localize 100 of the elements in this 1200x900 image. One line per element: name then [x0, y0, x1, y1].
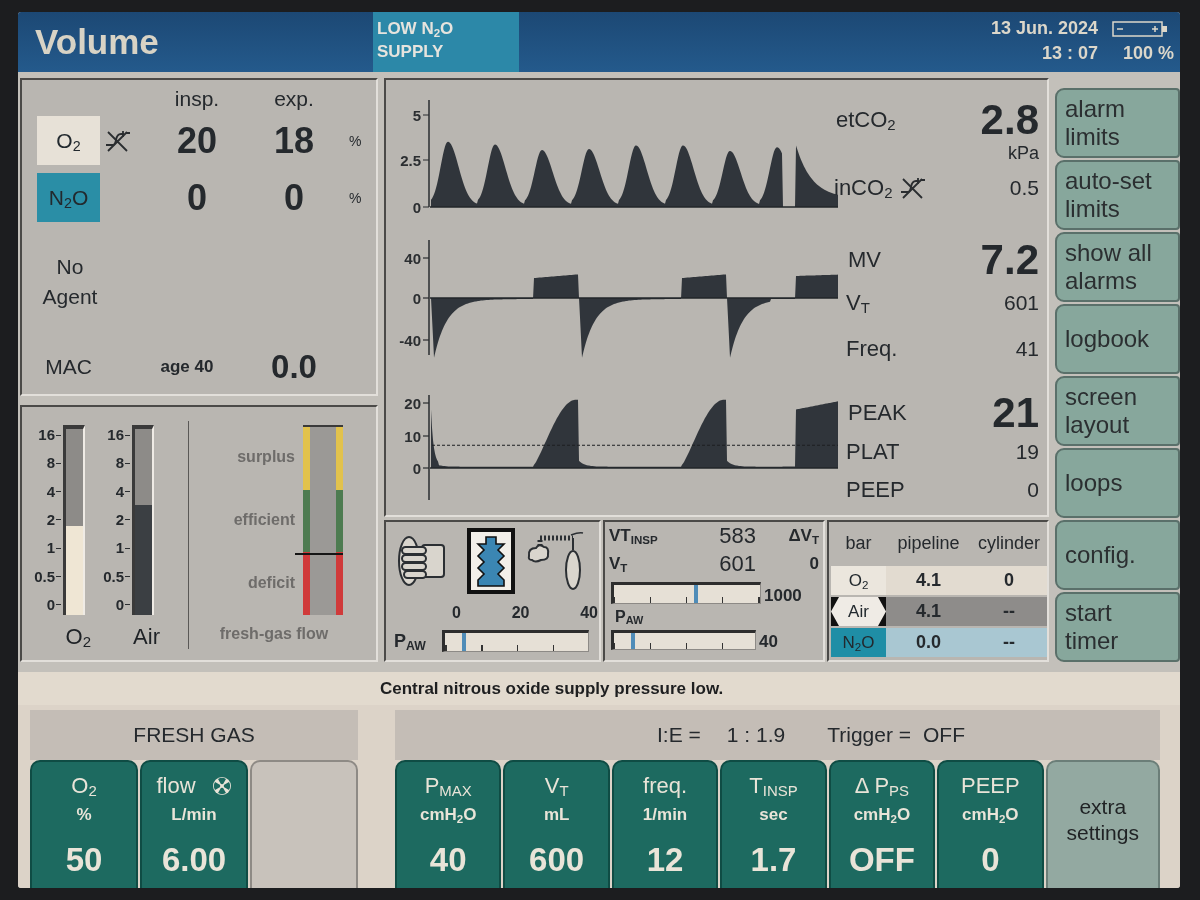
unit-label: % [348, 189, 363, 206]
scale-label: 8 [115, 455, 130, 472]
gauge-label: P$_{AW}$ [394, 631, 427, 652]
scale-label: 0 [452, 604, 461, 622]
volume-value: 601 [718, 551, 756, 577]
gauge-title: fresh-gas flow [218, 625, 330, 643]
column-header: exp. [273, 87, 315, 111]
scale-label: 0.5 [103, 568, 130, 585]
zone-label: deficit [246, 573, 295, 594]
ventilation-mode-title: Volume [34, 21, 160, 63]
setting-key[interactable]: freq. 1/min 12 [611, 760, 719, 888]
gas-label: N$_{2}$O [37, 173, 100, 222]
agent-status: No Agent [41, 254, 99, 310]
menu-button[interactable]: config. [1055, 520, 1180, 590]
setting-key[interactable]: O$_{2}$ % 50 [30, 760, 138, 888]
setting-key[interactable]: Δ P$_{PS}$ cmH$_{2}$O OFF [828, 760, 936, 888]
volume-label: VT$_{INSP}$ [609, 526, 659, 546]
axis-tick-label: 0 [412, 198, 421, 216]
reading-label: Freq. [846, 336, 898, 362]
reading-value: 2.8 [980, 96, 1039, 144]
setting-key[interactable]: P$_{MAX}$ cmH$_{2}$O 40 [395, 760, 502, 888]
menu-button[interactable]: screen layout [1055, 376, 1180, 446]
scale-label: 2 [46, 512, 61, 528]
scale-label: 40 [759, 634, 778, 650]
scale-label: 2 [115, 512, 130, 528]
gas-label[interactable]: O$_{2}$ [831, 566, 886, 595]
reading-label: PEEP [846, 477, 905, 503]
reading-label: V$_{T}$ [846, 290, 870, 316]
table-cell-text: 4.1 [915, 570, 942, 591]
battery-level: 100 % [1122, 43, 1174, 64]
reading-value: 0 [1027, 478, 1039, 502]
scale-label: 1 [115, 540, 130, 557]
gas-reading: 0 [283, 176, 305, 219]
scale-label: 4 [115, 483, 130, 500]
setting-key[interactable]: flow L/min 6.00 [140, 760, 248, 888]
table-cell-text: 4.1 [915, 601, 942, 622]
trigger-label: Trigger = [827, 723, 911, 747]
reading-value: 601 [1003, 291, 1039, 315]
axis-tick-label: 10 [404, 427, 421, 445]
reading-label: PEAK [848, 400, 907, 426]
scale-label: 40 [580, 604, 598, 622]
reading-label: MV [848, 247, 881, 273]
menu-button[interactable]: loops [1055, 448, 1180, 518]
gas-label[interactable]: Air [831, 597, 886, 626]
volume-delta: 0 [808, 554, 819, 574]
table-cell-text: 0.0 [915, 632, 942, 653]
menu-button[interactable]: logbook [1055, 304, 1180, 374]
extra-settings-button[interactable]: extra settings [1045, 760, 1160, 888]
gas-reading: 18 [272, 119, 315, 162]
axis-tick-label: 0 [412, 289, 421, 307]
ratio-label: I:E = [657, 723, 701, 747]
reading-value: 0.5 [1009, 176, 1039, 200]
battery-icon [1112, 19, 1168, 38]
axis-tick-label: 0 [412, 459, 421, 477]
axis-tick-label: 40 [404, 249, 421, 267]
column-header: insp. [173, 87, 221, 111]
axis-tick-label: 5 [412, 106, 421, 124]
column-header: cylinder [977, 532, 1041, 554]
reading-value: 7.2 [980, 236, 1039, 284]
section-title: FRESH GAS [133, 723, 255, 747]
gas-label: O$_{2}$ [37, 116, 100, 165]
scale-label: 1000 [764, 588, 802, 604]
gas-label[interactable]: N$_{2}$O [831, 628, 886, 657]
setting-key[interactable]: V$_{T}$ mL 600 [503, 760, 610, 888]
zone-label: surplus [236, 446, 295, 467]
unit-label: kPa [1007, 142, 1039, 164]
reading-label: etCO$_{2}$ [836, 107, 896, 133]
table-cell-text: -- [1002, 632, 1016, 653]
column-header: bar [844, 532, 873, 554]
zone-label: efficient [232, 510, 295, 530]
volume-label: V$_{T}$ [609, 554, 629, 574]
menu-button[interactable]: alarm limits [1055, 88, 1180, 158]
gas-name: Air [133, 623, 160, 651]
reading-value: 21 [992, 389, 1039, 437]
volume-delta: ΔV$_{T}$ [787, 526, 819, 546]
scale-label: 0.5 [34, 568, 61, 585]
column-header: pipeline [896, 532, 961, 554]
reading-label: inCO$_{2}$ [834, 175, 893, 201]
breathing-bag-icon[interactable] [525, 530, 585, 592]
menu-button[interactable]: show all alarms [1055, 232, 1180, 302]
gauge-label: P$_{AW}$ [615, 608, 644, 626]
setting-key[interactable]: T$_{INSP}$ sec 1.7 [720, 760, 827, 888]
axis-tick-label: -40 [399, 331, 421, 349]
menu-button[interactable]: start timer [1055, 592, 1180, 662]
menu-button[interactable]: auto-set limits [1055, 160, 1180, 230]
scale-label: 20 [511, 604, 530, 622]
trigger-value: OFF [923, 723, 965, 747]
mac-label: MAC [44, 355, 93, 379]
scale-label: 1 [46, 540, 61, 557]
scale-label: 8 [46, 455, 61, 472]
setting-key[interactable]: PEEP cmH$_{2}$O 0 [937, 760, 1044, 888]
alarm-message: LOW N$_{2}$O SUPPLY [373, 12, 519, 72]
scale-label: 0 [46, 596, 61, 613]
bellows-icon[interactable] [467, 528, 515, 594]
gas-reading: 20 [175, 119, 218, 162]
status-message: Central nitrous oxide supply pressure low. [18, 672, 1180, 705]
reading-value: 41 [1015, 337, 1039, 361]
volume-value: 583 [718, 523, 756, 549]
scale-label: 16 [107, 427, 130, 443]
scale-label: 0 [115, 596, 130, 613]
